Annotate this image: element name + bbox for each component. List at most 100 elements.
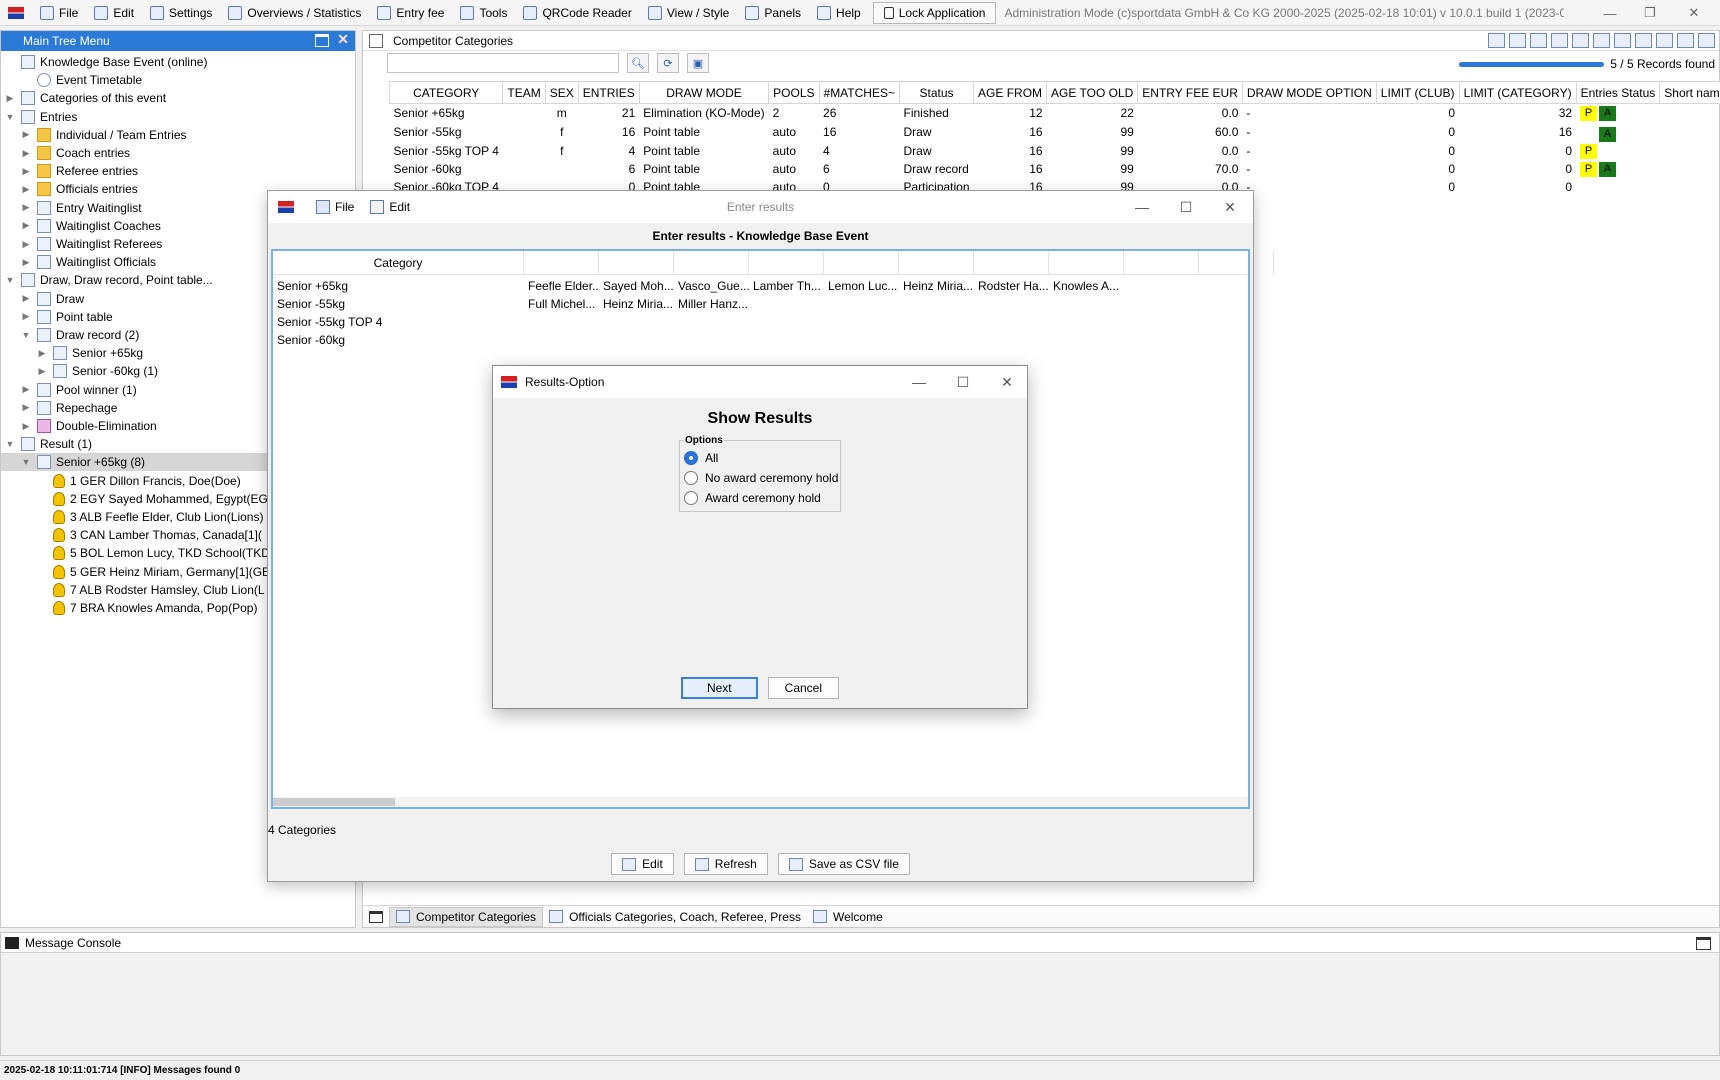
collapsed-arrow-icon[interactable]: ▶ [21, 384, 31, 395]
refresh-results-button[interactable]: Refresh [683, 853, 768, 875]
collapsed-arrow-icon[interactable]: ▶ [21, 166, 31, 177]
import-toolbar-icon[interactable] [1593, 33, 1610, 48]
column-header[interactable]: ENTRIES [577, 81, 640, 104]
list-toolbar-icon[interactable] [1551, 33, 1568, 48]
result-athlete-cell[interactable]: Full Michel... [528, 297, 600, 315]
results-maximize-button[interactable]: ☐ [1164, 191, 1208, 223]
place-column-header[interactable] [1124, 251, 1199, 275]
document-toolbar-icon[interactable] [1614, 33, 1631, 48]
export-toolbar-icon[interactable] [1572, 33, 1589, 48]
close-panel-icon[interactable]: ✕ [337, 31, 349, 48]
close-button[interactable]: ✕ [1674, 0, 1714, 26]
search-button[interactable]: 🔍︎ [627, 53, 649, 73]
result-athlete-cell[interactable]: Vasco_Gue... [678, 279, 750, 297]
window-toolbar-icon[interactable] [1656, 33, 1673, 48]
result-athlete-cell[interactable]: Feefle Elder... [528, 279, 600, 297]
result-athlete-cell[interactable]: Heinz Miria... [903, 279, 975, 297]
collapsed-arrow-icon[interactable]: ▶ [21, 129, 31, 140]
result-athlete-cell[interactable]: Miller Hanz... [678, 297, 750, 315]
collapsed-arrow-icon[interactable]: ▶ [21, 148, 31, 159]
dialog-minimize-button[interactable]: — [897, 366, 941, 398]
option-radio[interactable]: No award ceremony hold [684, 471, 838, 485]
tab-officials-categories-coach-referee-press[interactable]: Officials Categories, Coach, Referee, Pr… [543, 907, 807, 927]
menu-edit[interactable]: Edit [86, 1, 142, 25]
column-header[interactable]: AGE TOO OLD [1046, 81, 1139, 104]
menu-overviews-statistics[interactable]: Overviews / Statistics [220, 1, 369, 25]
collapsed-arrow-icon[interactable]: ▶ [21, 293, 31, 304]
grid-toolbar-icon[interactable] [1677, 33, 1694, 48]
results-menu-edit[interactable]: Edit [362, 195, 418, 219]
result-category-cell[interactable]: Senior -60kg [277, 333, 517, 351]
tree-item[interactable]: ▼ Draw record (2) [1, 326, 273, 344]
expanded-arrow-icon[interactable]: ▼ [5, 439, 15, 449]
place-column-header[interactable] [974, 251, 1049, 275]
result-category-cell[interactable]: Senior +65kg [277, 279, 517, 297]
cancel-button[interactable]: Cancel [767, 677, 840, 699]
column-header[interactable]: Entries Status [1575, 81, 1661, 104]
tree-item[interactable]: ▶ Repechage [1, 399, 273, 417]
menu-help[interactable]: Help [809, 1, 869, 25]
collapsed-arrow-icon[interactable]: ▶ [21, 257, 31, 268]
clipboard-toolbar-icon[interactable] [1509, 33, 1526, 48]
menu-file[interactable]: File [32, 1, 86, 25]
tree-item[interactable]: ▶ Draw [1, 290, 273, 308]
result-category-cell[interactable]: Senior -55kg [277, 297, 517, 315]
expanded-arrow-icon[interactable]: ▼ [21, 330, 31, 340]
panel-layout-icon[interactable] [369, 910, 383, 923]
maximize-panel-icon[interactable] [315, 34, 329, 47]
column-header[interactable]: SEX [544, 81, 579, 104]
result-athlete-cell[interactable]: Lemon Luc... [828, 279, 900, 297]
folder-toolbar-icon[interactable] [1488, 33, 1505, 48]
result-category-cell[interactable]: Senior -55kg TOP 4 [277, 315, 517, 333]
category-column-header[interactable]: Category [273, 251, 524, 275]
result-athlete-cell[interactable]: Knowles A... [1053, 279, 1125, 297]
tree-item[interactable]: 2 EGY Sayed Mohammed, Egypt(EG [1, 490, 273, 508]
save-csv-button[interactable]: Save as CSV file [777, 853, 910, 875]
tree-item[interactable]: ▶ Officials entries [1, 180, 273, 198]
tree-item[interactable]: ▶ Waitinglist Coaches [1, 217, 273, 235]
option-radio[interactable]: All [684, 451, 718, 465]
column-header[interactable]: LIMIT (CATEGORY) [1458, 81, 1577, 104]
tree-item[interactable]: ▶ Individual / Team Entries [1, 126, 273, 144]
settings-toolbar-icon[interactable] [1698, 33, 1715, 48]
results-close-button[interactable]: ✕ [1208, 191, 1252, 223]
collapsed-arrow-icon[interactable]: ▶ [37, 366, 47, 377]
dialog-close-button[interactable]: ✕ [985, 366, 1029, 398]
minimize-button[interactable]: — [1590, 0, 1630, 26]
save-button[interactable]: ▣ [687, 53, 709, 73]
column-header[interactable]: LIMIT (CLUB) [1375, 81, 1460, 104]
tree-item[interactable]: 5 BOL Lemon Lucy, TKD School(TKD [1, 544, 273, 562]
menu-panels[interactable]: Panels [737, 1, 809, 25]
expanded-arrow-icon[interactable]: ▼ [5, 275, 15, 285]
refresh-button[interactable]: ⟳ [657, 53, 679, 73]
tree-item[interactable]: ▶ Point table [1, 308, 273, 326]
tree-item[interactable]: ▼ Result (1) [1, 435, 273, 453]
place-column-header[interactable] [824, 251, 899, 275]
collapsed-arrow-icon[interactable]: ▶ [21, 184, 31, 195]
place-column-header[interactable] [1199, 251, 1274, 275]
place-column-header[interactable] [674, 251, 749, 275]
dialog-maximize-button[interactable]: ☐ [941, 366, 985, 398]
menu-settings[interactable]: Settings [142, 1, 220, 25]
menu-tools[interactable]: Tools [452, 1, 515, 25]
tab-welcome[interactable]: Welcome [807, 907, 889, 927]
results-menu-file[interactable]: File [308, 195, 362, 219]
collapsed-arrow-icon[interactable]: ▶ [21, 239, 31, 250]
column-header[interactable]: Short name [1659, 81, 1720, 104]
place-column-header[interactable] [1049, 251, 1124, 275]
tab-competitor-categories[interactable]: Competitor Categories [389, 906, 544, 927]
layout-toolbar-icon[interactable] [1530, 33, 1547, 48]
place-column-header[interactable] [899, 251, 974, 275]
result-athlete-cell[interactable]: Sayed Moh... [603, 279, 675, 297]
tree-item[interactable]: 3 CAN Lamber Thomas, Canada[1]( [1, 526, 273, 544]
tree-item[interactable]: 7 ALB Rodster Hamsley, Club Lion(L [1, 581, 273, 599]
print-toolbar-icon[interactable] [1635, 33, 1652, 48]
scrollbar-thumb[interactable] [273, 798, 395, 806]
column-header[interactable]: CATEGORY [388, 81, 504, 104]
horizontal-scrollbar[interactable] [273, 797, 1248, 807]
tree-item[interactable]: ▼ Senior +65kg (8) [1, 453, 273, 472]
column-header[interactable]: Status [898, 81, 975, 104]
result-athlete-cell[interactable]: Heinz Miria... [603, 297, 675, 315]
tree-item[interactable]: ▶ Pool winner (1) [1, 381, 273, 399]
tree-item[interactable]: ▶ Referee entries [1, 162, 273, 180]
